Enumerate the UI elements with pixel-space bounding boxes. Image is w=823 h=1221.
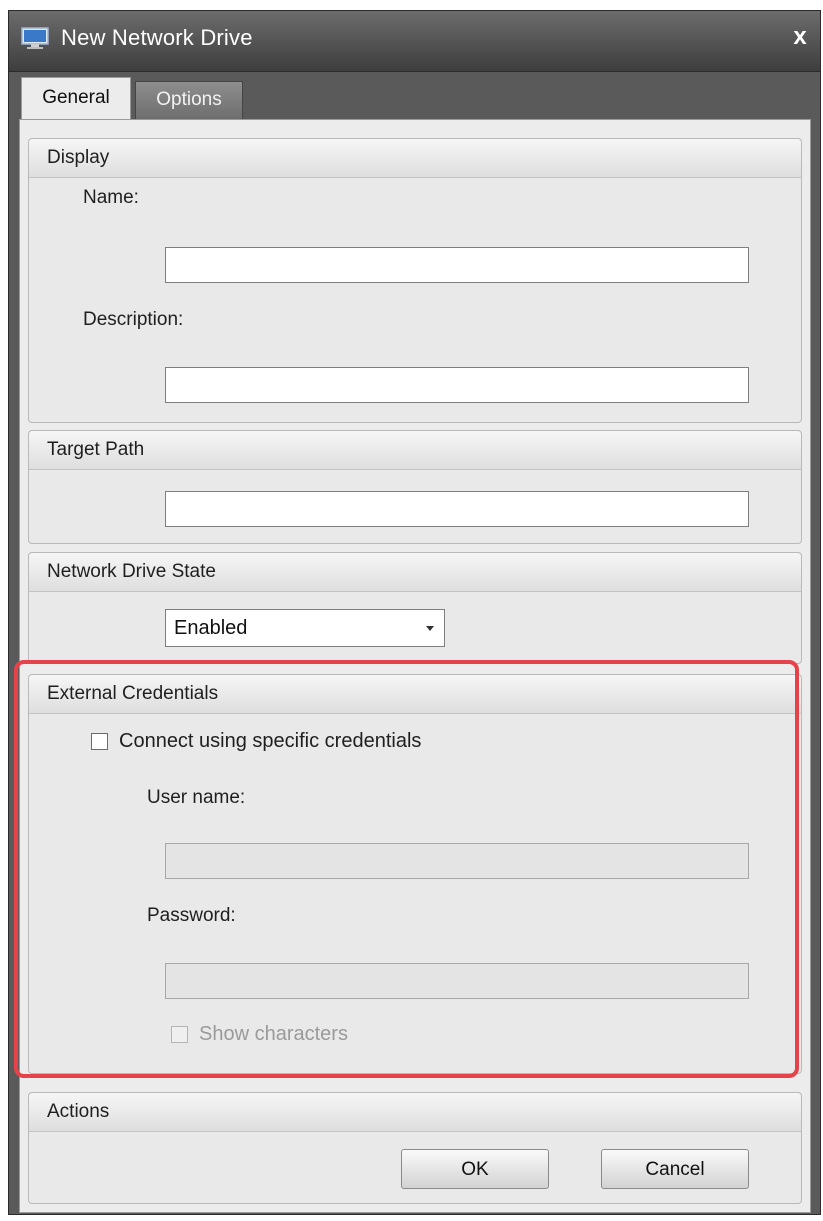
target-path-header: Target Path [29, 431, 801, 470]
state-header: Network Drive State [29, 553, 801, 592]
connect-credentials-checkbox[interactable] [91, 733, 108, 750]
connect-credentials-label[interactable]: Connect using specific credentials [119, 730, 421, 753]
description-field[interactable] [165, 367, 749, 403]
title-bar[interactable]: New Network Drive x [9, 11, 820, 72]
tab-strip: General Options [19, 77, 820, 119]
display-group: Display Name: Description: [28, 138, 802, 423]
password-label: Password: [147, 905, 236, 926]
tab-content-general: Display Name: Description: Target Path N… [19, 119, 811, 1213]
show-characters-checkbox[interactable] [171, 1026, 188, 1043]
target-path-input[interactable] [166, 492, 748, 526]
credentials-header: External Credentials [29, 675, 801, 714]
password-field[interactable] [165, 963, 749, 999]
name-label: Name: [83, 187, 139, 208]
password-input[interactable] [166, 964, 748, 998]
description-label: Description: [83, 309, 184, 330]
dialog-window: New Network Drive x General Options Disp… [8, 10, 821, 1215]
name-input[interactable] [166, 248, 748, 282]
username-label: User name: [147, 787, 246, 808]
state-selected-value: Enabled [174, 617, 248, 639]
show-characters-label[interactable]: Show characters [199, 1023, 348, 1046]
chevron-down-icon [426, 626, 434, 631]
credentials-group: External Credentials Connect using speci… [28, 674, 802, 1074]
display-header: Display [29, 139, 801, 178]
description-input[interactable] [166, 368, 748, 402]
close-icon[interactable]: x [786, 23, 814, 51]
state-dropdown[interactable]: Enabled [165, 609, 445, 647]
target-path-group: Target Path [28, 430, 802, 544]
tab-options[interactable]: Options [135, 81, 243, 119]
cancel-button[interactable]: Cancel [601, 1149, 749, 1189]
username-input[interactable] [166, 844, 748, 878]
name-field[interactable] [165, 247, 749, 283]
network-drive-icon [21, 27, 49, 49]
target-path-field[interactable] [165, 491, 749, 527]
tab-general[interactable]: General [21, 77, 131, 119]
actions-header: Actions [29, 1093, 801, 1132]
state-group: Network Drive State Enabled [28, 552, 802, 664]
ok-button[interactable]: OK [401, 1149, 549, 1189]
username-field[interactable] [165, 843, 749, 879]
actions-group: Actions OK Cancel [28, 1092, 802, 1204]
window-title: New Network Drive [61, 25, 253, 50]
